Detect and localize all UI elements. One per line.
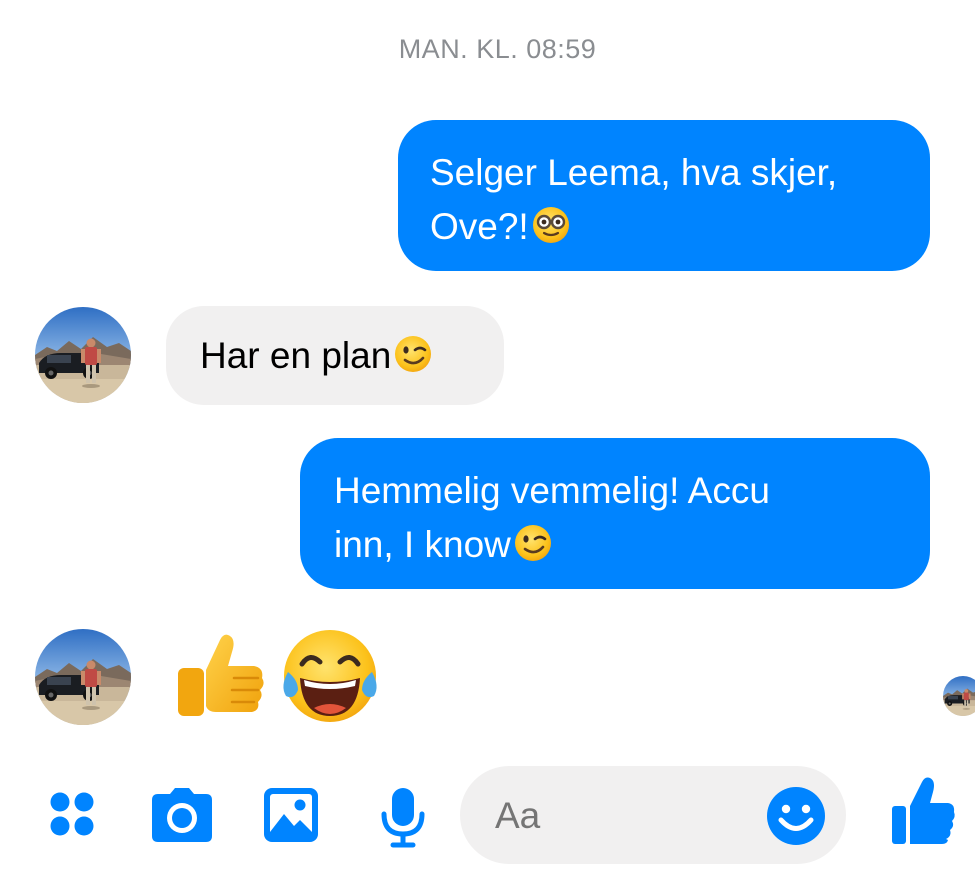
outgoing-message-bubble[interactable]: Hemmelig vemmelig! Accu inn, I know — [300, 438, 930, 589]
like-icon — [890, 777, 956, 852]
message-text-line: Ove?! — [430, 206, 529, 247]
contact-avatar[interactable] — [35, 629, 131, 725]
apps-button[interactable] — [44, 786, 100, 847]
message-text-line: Selger Leema, hva skjer, — [430, 152, 838, 193]
nerd-face-emoji-icon — [531, 205, 571, 260]
message-input-container[interactable] — [460, 766, 973, 864]
contact-avatar[interactable] — [35, 307, 131, 403]
message-text-line: Hemmelig vemmelig! Accu — [334, 470, 770, 511]
like-button[interactable] — [890, 776, 956, 853]
microphone-button[interactable] — [376, 786, 430, 853]
camera-icon — [150, 788, 214, 848]
microphone-icon — [376, 788, 430, 852]
smiley-icon — [765, 787, 827, 851]
apps-icon — [44, 792, 100, 846]
message-text-line: Har en plan — [200, 335, 392, 376]
emoji-button[interactable] — [765, 785, 827, 852]
gallery-icon — [262, 788, 320, 848]
thumbs-up-emoji-icon[interactable] — [170, 626, 270, 731]
message-text-line: inn, I know — [334, 524, 511, 565]
winking-face-emoji-icon — [393, 334, 433, 389]
face-with-tears-of-joy-emoji-icon[interactable] — [278, 626, 382, 731]
message-timestamp: MAN. KL. 08:59 — [398, 34, 597, 64]
gallery-button[interactable] — [262, 786, 320, 849]
seen-by-avatar — [943, 676, 975, 716]
winking-face-emoji-icon — [513, 523, 553, 578]
incoming-message-bubble[interactable]: Har en plan — [166, 306, 504, 405]
outgoing-message-bubble[interactable]: Selger Leema, hva skjer, Ove?! — [398, 120, 930, 271]
camera-button[interactable] — [150, 786, 214, 849]
